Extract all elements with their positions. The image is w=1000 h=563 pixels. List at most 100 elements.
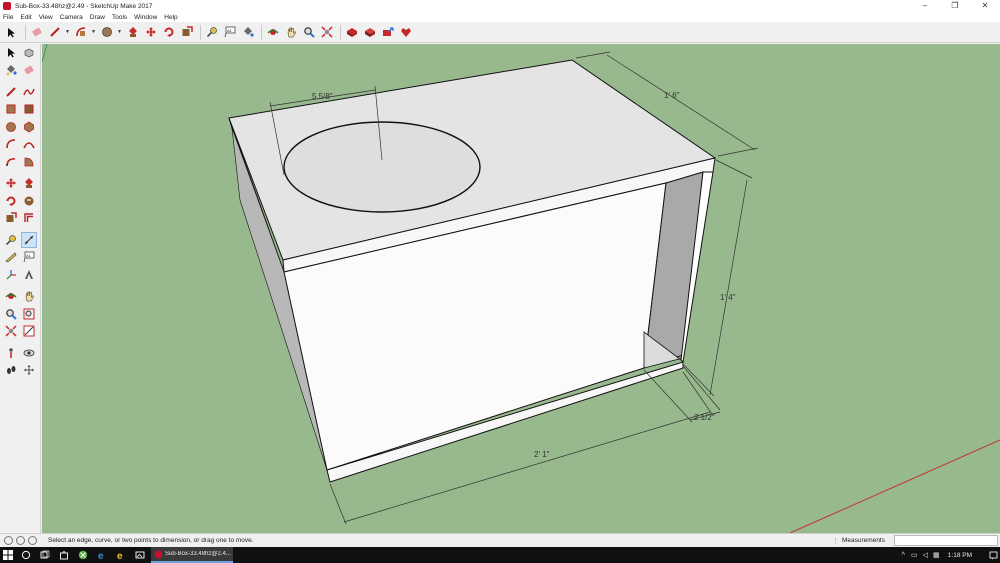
dimension-port-label[interactable]: 2 1/2"	[694, 413, 715, 422]
push-pull-icon[interactable]	[21, 175, 37, 191]
ie-browser-icon[interactable]: e	[111, 547, 130, 563]
warehouse-icon[interactable]	[344, 25, 359, 40]
tape-measure-icon[interactable]	[3, 232, 19, 248]
section-plane-icon[interactable]	[21, 362, 37, 378]
clock[interactable]: 1:18 PM	[948, 552, 972, 559]
extension-warehouse-icon[interactable]	[398, 25, 413, 40]
menu-draw[interactable]: Draw	[90, 14, 105, 21]
dimension-hole-radius-label[interactable]: 5 5/8"	[312, 92, 333, 101]
menu-edit[interactable]: Edit	[20, 14, 31, 21]
notification-icon[interactable]	[986, 547, 1000, 563]
select-icon[interactable]	[4, 25, 19, 40]
select-icon[interactable]	[3, 45, 19, 61]
chevron-down-icon[interactable]: ▼	[91, 29, 97, 35]
freehand-icon[interactable]	[21, 84, 37, 100]
orbit-icon[interactable]	[3, 288, 19, 304]
3d-text-icon[interactable]	[21, 267, 37, 283]
menu-window[interactable]: Window	[134, 14, 157, 21]
share-icon[interactable]	[380, 25, 395, 40]
title-bar: Sub-Box-33.48hz@2.49 - SketchUp Make 201…	[0, 0, 1000, 12]
shape-icon[interactable]	[99, 25, 114, 40]
scale-icon[interactable]	[3, 210, 19, 226]
credits-icon[interactable]	[16, 536, 25, 545]
chevron-up-icon[interactable]: ^	[898, 552, 909, 559]
menu-help[interactable]: Help	[164, 14, 177, 21]
orbit-icon[interactable]	[265, 25, 280, 40]
text-icon[interactable]: A1	[222, 25, 237, 40]
pan-icon[interactable]	[283, 25, 298, 40]
user-icon[interactable]	[28, 536, 37, 545]
image-viewer-icon[interactable]	[130, 547, 149, 563]
dimension-width-label[interactable]: 2' 1"	[534, 450, 550, 459]
close-button[interactable]: ✕	[970, 0, 1000, 12]
dimension-depth-label[interactable]: 1' 6"	[664, 91, 680, 100]
two-point-arc-icon[interactable]	[21, 136, 37, 152]
panel-resize-handle-icon[interactable]: ⋮	[832, 537, 839, 545]
move-icon[interactable]	[3, 175, 19, 191]
arc-icon[interactable]	[73, 25, 88, 40]
follow-me-icon[interactable]	[21, 193, 37, 209]
text-icon[interactable]: A1	[21, 249, 37, 265]
make-component-icon[interactable]	[21, 45, 37, 61]
toolbar-separator	[340, 24, 341, 40]
polygon-icon[interactable]	[21, 119, 37, 135]
arc-icon[interactable]	[3, 136, 19, 152]
measurements-input[interactable]	[894, 535, 998, 546]
windows-start-icon[interactable]	[0, 547, 16, 563]
eraser-icon[interactable]	[21, 62, 37, 78]
extension-icon[interactable]	[362, 25, 377, 40]
dimension-height-label[interactable]: 1' 4"	[720, 293, 736, 302]
offset-icon[interactable]	[21, 210, 37, 226]
window-controls: – ❐ ✕	[910, 0, 1000, 12]
toolbar-separator	[25, 24, 26, 40]
network-icon[interactable]: ▭	[909, 551, 920, 559]
menu-tools[interactable]: Tools	[112, 14, 127, 21]
geo-location-icon[interactable]	[4, 536, 13, 545]
speaker-icon[interactable]: ◁	[920, 551, 931, 559]
chevron-down-icon[interactable]: ▼	[117, 29, 123, 35]
push-pull-icon[interactable]	[125, 25, 140, 40]
paint-bucket-icon[interactable]	[3, 62, 19, 78]
taskbar-sketchup-app[interactable]: Sub-Box-33.48hz@2.4...	[151, 547, 233, 563]
position-camera-icon[interactable]	[3, 345, 19, 361]
line-icon[interactable]	[47, 25, 62, 40]
rotate-icon[interactable]	[161, 25, 176, 40]
edge-browser-icon[interactable]: e	[92, 547, 111, 563]
rotated-rectangle-icon[interactable]	[21, 101, 37, 117]
rotate-icon[interactable]	[3, 193, 19, 209]
zoom-extents-icon[interactable]	[3, 323, 19, 339]
scale-icon[interactable]	[179, 25, 194, 40]
minimize-button[interactable]: –	[910, 0, 940, 12]
restore-button[interactable]: ❐	[940, 0, 970, 12]
menu-file[interactable]: File	[3, 14, 13, 21]
move-icon[interactable]	[143, 25, 158, 40]
store-icon[interactable]	[54, 547, 73, 563]
look-around-icon[interactable]	[21, 345, 37, 361]
protractor-icon[interactable]	[3, 249, 19, 265]
eraser-icon[interactable]	[29, 25, 44, 40]
walk-icon[interactable]	[3, 362, 19, 378]
three-point-arc-icon[interactable]	[3, 154, 19, 170]
paint-bucket-icon[interactable]	[240, 25, 255, 40]
pie-icon[interactable]	[21, 154, 37, 170]
model-viewport[interactable]: 5 5/8" 1' 6" 1' 4" 2 1/2" 2' 1"	[42, 44, 1000, 533]
xbox-icon[interactable]	[73, 547, 92, 563]
dimension-icon[interactable]	[21, 231, 37, 248]
task-view-icon[interactable]	[35, 547, 54, 563]
tape-measure-icon[interactable]	[204, 25, 219, 40]
line-icon[interactable]	[3, 84, 19, 100]
zoom-window-icon[interactable]	[21, 306, 37, 322]
zoom-extents-icon[interactable]	[319, 25, 334, 40]
chevron-down-icon[interactable]: ▼	[65, 29, 71, 35]
axes-icon[interactable]	[3, 267, 19, 283]
rectangle-icon[interactable]	[3, 101, 19, 117]
keyboard-icon[interactable]: ▦	[931, 551, 942, 559]
menu-camera[interactable]: Camera	[60, 14, 83, 21]
zoom-icon[interactable]	[301, 25, 316, 40]
menu-view[interactable]: View	[39, 14, 53, 21]
pan-icon[interactable]	[21, 288, 37, 304]
zoom-icon[interactable]	[3, 306, 19, 322]
previous-view-icon[interactable]	[21, 323, 37, 339]
circle-icon[interactable]	[3, 119, 19, 135]
search-icon[interactable]	[16, 547, 35, 563]
